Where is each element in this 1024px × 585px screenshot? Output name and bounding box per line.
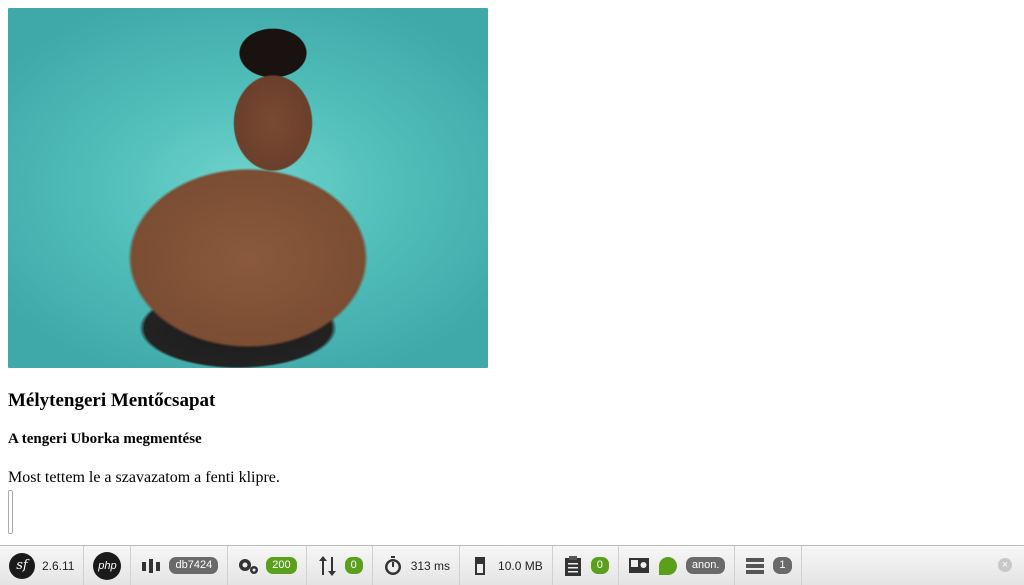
toolbar-config-block[interactable]: db7424 bbox=[131, 546, 229, 585]
logs-count-badge: 0 bbox=[590, 557, 609, 574]
page-title: Mélytengeri Mentőcsapat bbox=[8, 390, 216, 411]
gears-icon bbox=[239, 558, 259, 574]
toolbar-ajax-block[interactable]: 0 bbox=[307, 546, 373, 585]
ajax-icon bbox=[318, 555, 336, 576]
request-time: 313 ms bbox=[410, 558, 451, 573]
db-queries-badge: 1 bbox=[773, 557, 792, 574]
php-icon: php bbox=[93, 551, 122, 580]
toolbar-request-block[interactable]: 200 bbox=[228, 546, 307, 585]
status-code-badge: 200 bbox=[266, 557, 297, 574]
toolbar-version-block[interactable]: sf 2.6.11 bbox=[0, 546, 85, 585]
user-badge: anon. bbox=[685, 557, 726, 574]
toolbar-db-block[interactable]: 1 bbox=[735, 546, 802, 585]
security-icon bbox=[628, 557, 649, 573]
comment-textarea[interactable] bbox=[8, 490, 13, 534]
symfony-version: 2.6.11 bbox=[42, 558, 75, 573]
toolbar-php-block[interactable]: php bbox=[84, 546, 132, 585]
toolbar-security-block[interactable]: anon. bbox=[619, 546, 736, 585]
timer-icon bbox=[384, 555, 401, 575]
toolbar-time-block[interactable]: 313 ms bbox=[373, 546, 461, 585]
toolbar-memory-block[interactable]: 10.0 MB bbox=[460, 546, 553, 585]
body-text: Most tettem le a szavazatom a fenti klip… bbox=[8, 469, 280, 486]
page-subtitle: A tengeri Uborka megmentése bbox=[8, 431, 202, 447]
user-status-icon bbox=[658, 556, 677, 575]
memory-icon bbox=[475, 556, 486, 575]
main-content: Mélytengeri Mentőcsapat A tengeri Uborka… bbox=[8, 8, 1008, 534]
db-name-badge: db7424 bbox=[169, 557, 219, 574]
video-thumbnail[interactable] bbox=[8, 8, 488, 368]
ajax-count-badge: 0 bbox=[344, 557, 363, 574]
clipboard-icon bbox=[564, 555, 581, 576]
config-icon bbox=[142, 558, 161, 573]
close-icon[interactable]: × bbox=[998, 558, 1012, 572]
db-icon bbox=[746, 557, 765, 574]
memory-usage: 10.0 MB bbox=[498, 558, 543, 573]
toolbar-logs-block[interactable]: 0 bbox=[553, 546, 619, 585]
symfony-debug-toolbar: sf 2.6.11 php db7424 200 0 313 ms 10.0 M… bbox=[0, 545, 1024, 585]
symfony-icon: sf bbox=[9, 552, 35, 579]
